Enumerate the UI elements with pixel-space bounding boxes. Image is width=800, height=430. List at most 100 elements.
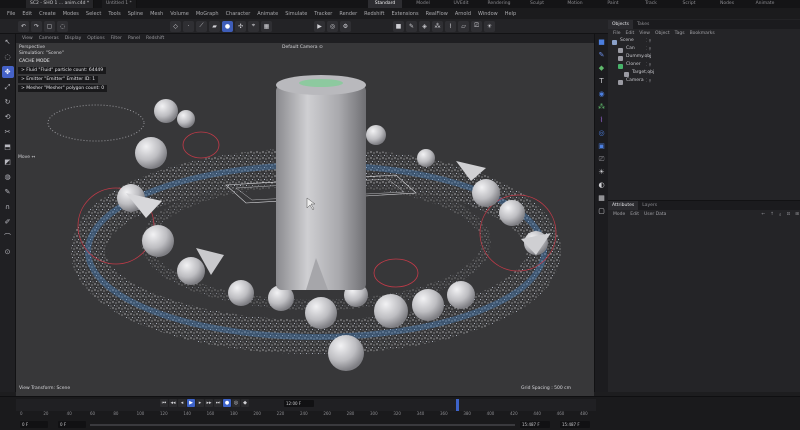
visibility-dots-icon[interactable]: ⁚ ⚲	[646, 38, 651, 43]
redo-icon[interactable]: ↷	[31, 20, 42, 32]
object-row[interactable]: Dummy.obj ⁚ ⚲	[608, 54, 800, 62]
menu-tracker[interactable]: Tracker	[314, 11, 332, 17]
menu-mesh[interactable]: Mesh	[150, 11, 163, 17]
objects-menu-file[interactable]: File	[613, 31, 621, 36]
go-end-icon[interactable]: ⏭	[214, 399, 222, 407]
rotate-tool-icon[interactable]: ↻	[2, 96, 14, 108]
live-select-icon[interactable]: ◌	[57, 20, 68, 32]
scene-icon[interactable]: ▣	[597, 141, 607, 151]
preview-end-field[interactable]: 15:487 F	[520, 421, 550, 428]
deformer-icon[interactable]: ⌇	[445, 20, 456, 32]
objects-menu-bookmarks[interactable]: Bookmarks	[690, 31, 715, 36]
attr-menu-userdata[interactable]: User Data	[644, 212, 666, 217]
menu-arnold[interactable]: Arnold	[455, 11, 471, 17]
recent-tools-icon[interactable]: ⟲	[2, 111, 14, 123]
viewport-menu-filter[interactable]: Filter	[111, 36, 122, 41]
end-frame-field[interactable]: 15:487 F	[560, 421, 590, 428]
visibility-dots-icon[interactable]: ⁚ ⚲	[646, 62, 651, 67]
objects-menu-view[interactable]: View	[639, 31, 650, 36]
generator-icon[interactable]: ◆	[597, 63, 607, 73]
light-strip-icon[interactable]: ☀	[597, 167, 607, 177]
attr-new-icon[interactable]: ⊞	[795, 212, 799, 217]
layout-tab-uvedit[interactable]: UVEdit	[444, 0, 478, 8]
viewport-menu-options[interactable]: Options	[87, 36, 104, 41]
floor-icon[interactable]: ▱	[458, 20, 469, 32]
playhead[interactable]	[456, 399, 459, 411]
layout-tab-sculpt[interactable]: Sculpt	[520, 0, 554, 8]
model-mode-icon[interactable]: ●	[222, 20, 233, 32]
attr-back-icon[interactable]: ←	[761, 212, 765, 217]
layout-tab-model[interactable]: Model	[406, 0, 440, 8]
prev-frame-icon[interactable]: ◂	[178, 399, 186, 407]
camera-label[interactable]: Default Camera ⊙	[282, 45, 323, 50]
layout-tab-animate[interactable]: Animate	[748, 0, 782, 8]
cube-primitive-icon[interactable]: ■	[597, 37, 607, 47]
cloner-icon[interactable]: ⁂	[432, 20, 443, 32]
material-icon[interactable]: ▦	[597, 193, 607, 203]
menu-redshift[interactable]: Redshift	[364, 11, 384, 17]
undo-icon[interactable]: ↶	[18, 20, 29, 32]
viewport-menu-view[interactable]: View	[22, 36, 33, 41]
cube-icon[interactable]: ■	[393, 20, 404, 32]
start-frame-field[interactable]: 0 F	[20, 421, 48, 428]
visibility-dots-icon[interactable]: ⁚ ⚲	[646, 46, 651, 51]
document-tab[interactable]: Untitled 1 *	[102, 0, 137, 8]
live-select-tool-icon[interactable]: ◌	[2, 51, 14, 63]
layout-tab-script[interactable]: Script	[672, 0, 706, 8]
object-row[interactable]: Scene ⁚ ⚲	[608, 38, 800, 46]
menu-window[interactable]: Window	[478, 11, 498, 17]
menu-select[interactable]: Select	[86, 11, 101, 17]
axis-mode-icon[interactable]: ✣	[235, 20, 246, 32]
render-view-icon[interactable]: ▶	[314, 20, 325, 32]
attr-menu-mode[interactable]: Mode	[613, 212, 625, 217]
menu-create[interactable]: Create	[39, 11, 56, 17]
points-mode-icon[interactable]: ·	[183, 20, 194, 32]
menu-character[interactable]: Character	[226, 11, 251, 17]
visibility-dots-icon[interactable]: ⁚ ⚲	[646, 70, 651, 75]
play-icon[interactable]: ▶	[187, 399, 195, 407]
prev-key-icon[interactable]: ◂◂	[169, 399, 177, 407]
range-slider[interactable]	[90, 424, 515, 426]
camera-strip-icon[interactable]: ⎚	[597, 154, 607, 164]
menu-render[interactable]: Render	[339, 11, 357, 17]
objects-menu-tags[interactable]: Tags	[675, 31, 685, 36]
object-row[interactable]: Target.obj ⁚ ⚲	[608, 70, 800, 78]
visibility-dots-icon[interactable]: ⁚ ⚲	[646, 78, 651, 83]
visibility-dots-icon[interactable]: ⁚ ⚲	[646, 54, 651, 59]
pen-icon[interactable]: ✎	[406, 20, 417, 32]
3d-viewport[interactable]: Perspective Simulation: "Scene" Default …	[16, 43, 594, 396]
attr-search-icon[interactable]: ⌕	[779, 212, 782, 218]
menu-modes[interactable]: Modes	[63, 11, 79, 17]
snap-icon[interactable]: ⌖	[248, 20, 259, 32]
object-row[interactable]: Cloner ⁚ ⚲	[608, 62, 800, 70]
deformer-strip-icon[interactable]: ⌇	[597, 115, 607, 125]
menu-volume[interactable]: Volume	[170, 11, 189, 17]
tab-objects[interactable]: Objects	[608, 20, 634, 29]
keyframe-icon[interactable]: ◆	[241, 399, 249, 407]
extrude-tool-icon[interactable]: ⬒	[2, 141, 14, 153]
menu-mograph[interactable]: MoGraph	[196, 11, 219, 17]
object-row[interactable]: Camera ⁚ ⚲	[608, 78, 800, 86]
brush-tool-icon[interactable]: ✎	[2, 186, 14, 198]
object-row[interactable]: Can ⁚ ⚲	[608, 46, 800, 54]
menu-extensions[interactable]: Extensions	[391, 11, 418, 17]
layout-tab-paint[interactable]: Paint	[596, 0, 630, 8]
render-picture-icon[interactable]: ◎	[327, 20, 338, 32]
weld-tool-icon[interactable]: ⊙	[2, 246, 14, 258]
attr-forward-icon[interactable]: ↑	[770, 212, 774, 217]
viewport-menu-redshift[interactable]: Redshift	[146, 36, 164, 41]
workplane-icon[interactable]: ▦	[261, 20, 272, 32]
record-icon[interactable]: ●	[223, 399, 231, 407]
next-key-icon[interactable]: ▸▸	[205, 399, 213, 407]
tab-takes[interactable]: Takes	[633, 20, 653, 29]
next-frame-icon[interactable]: ▸	[196, 399, 204, 407]
effector-icon[interactable]: ◎	[597, 128, 607, 138]
select-icon[interactable]: ▢	[44, 20, 55, 32]
menu-tools[interactable]: Tools	[108, 11, 120, 17]
tag-icon[interactable]: ◐	[597, 180, 607, 190]
field-icon[interactable]: ◉	[597, 89, 607, 99]
viewport-menu-display[interactable]: Display	[65, 36, 82, 41]
go-start-icon[interactable]: ⏮	[160, 399, 168, 407]
knife-tool-icon[interactable]: ✂	[2, 126, 14, 138]
attr-menu-edit[interactable]: Edit	[630, 212, 639, 217]
